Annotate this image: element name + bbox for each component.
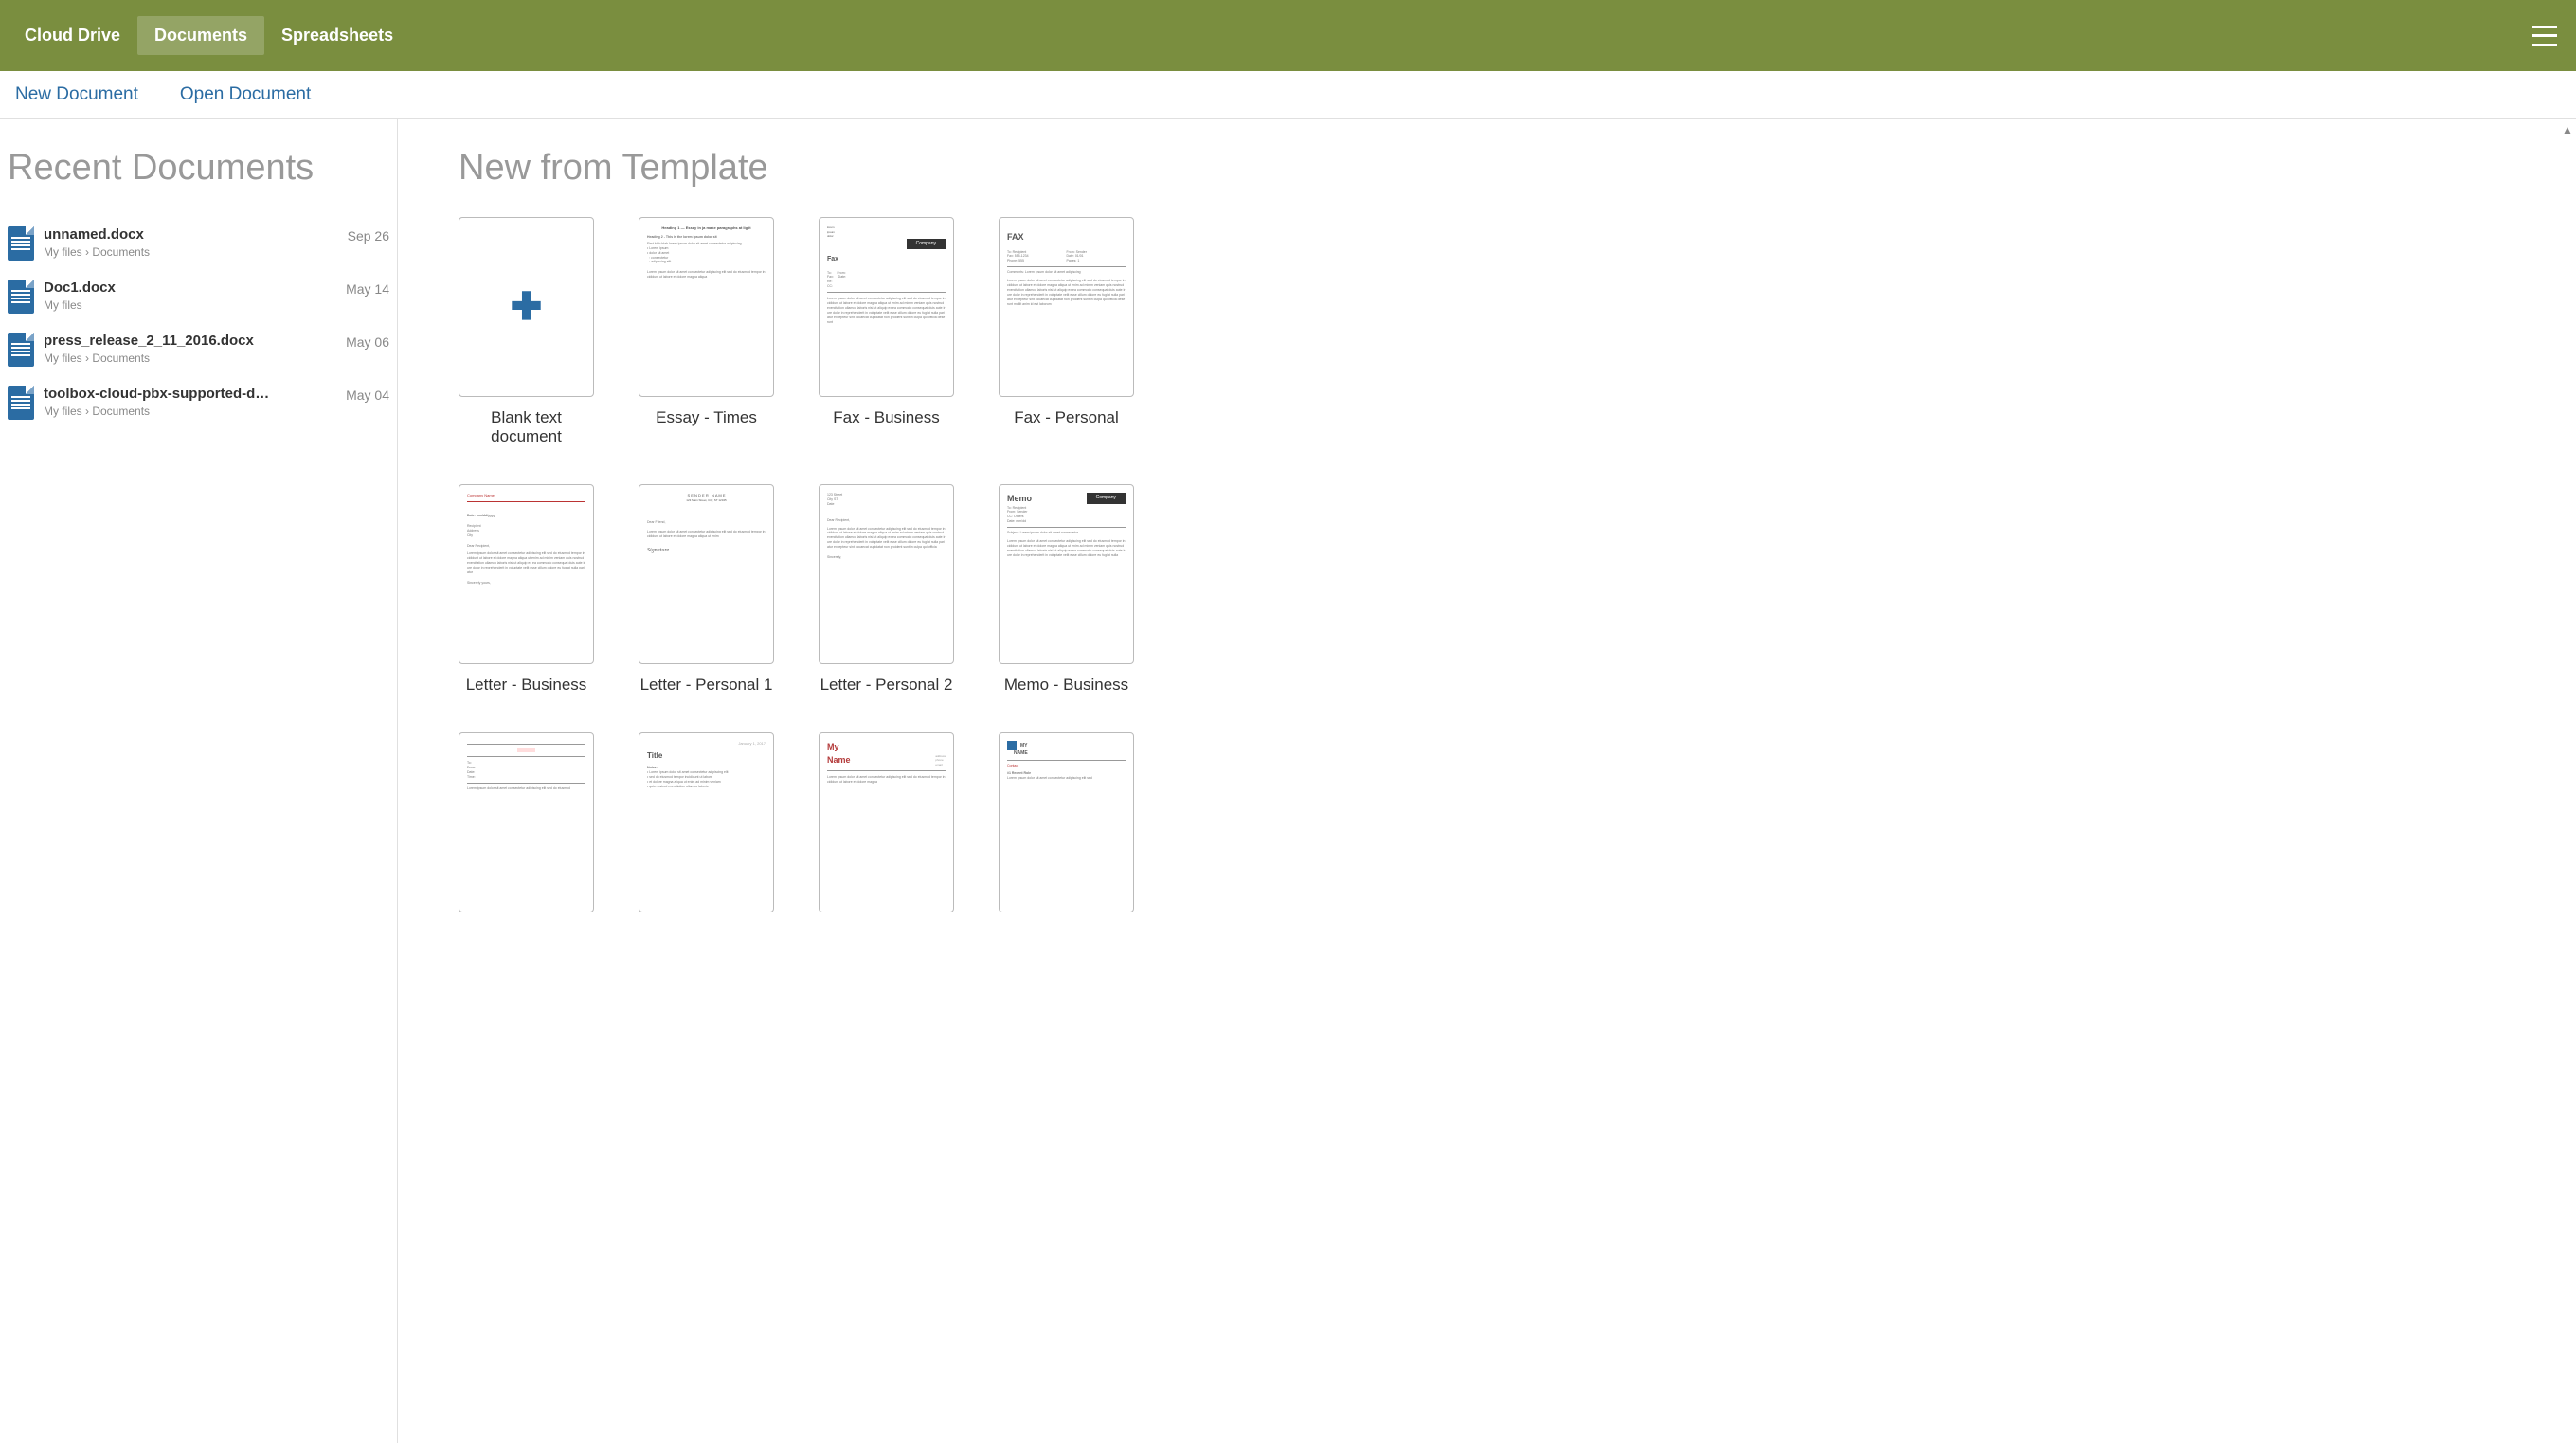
plus-icon: ✚ xyxy=(511,288,543,326)
template-thumbnail: ✚ xyxy=(459,217,594,397)
template-label: Fax - Personal xyxy=(999,408,1134,427)
document-icon xyxy=(8,280,34,314)
action-bar: New Document Open Document xyxy=(0,71,2576,119)
tab-documents[interactable]: Documents xyxy=(137,16,264,55)
template-my-name[interactable]: MyName addressphoneemail Lorem ipsum dol… xyxy=(819,732,954,924)
document-icon xyxy=(8,333,34,367)
recent-documents-sidebar: Recent Documents unnamed.docx My files ›… xyxy=(0,119,398,1443)
doc-info: toolbox-cloud-pbx-supported-d… My files … xyxy=(44,386,336,418)
template-thumbnail: 123 StreetCity STDate Dear Recipient, Lo… xyxy=(819,484,954,664)
doc-name: Doc1.docx xyxy=(44,280,280,296)
template-letter-personal-2[interactable]: 123 StreetCity STDate Dear Recipient, Lo… xyxy=(819,484,954,695)
template-letter-personal-1[interactable]: S E N D E R N A M E 123 Main Street, Cit… xyxy=(639,484,774,695)
doc-date: Sep 26 xyxy=(348,228,389,244)
template-label: Essay - Times xyxy=(639,408,774,427)
doc-info: press_release_2_11_2016.docx My files › … xyxy=(44,333,336,365)
new-from-template-title: New from Template xyxy=(459,148,2557,189)
content-area: Recent Documents unnamed.docx My files ›… xyxy=(0,119,2576,1443)
doc-info: unnamed.docx My files › Documents xyxy=(44,226,338,259)
template-thumbnail: FAX To: RecipientFax: 555-1234Phone: 555… xyxy=(999,217,1134,397)
template-thumbnail: S E N D E R N A M E 123 Main Street, Cit… xyxy=(639,484,774,664)
recent-documents-title: Recent Documents xyxy=(8,148,389,189)
template-fax-business[interactable]: loremipsumdolor Company Fax To: From:Fax… xyxy=(819,217,954,446)
recent-doc-item[interactable]: Doc1.docx My files May 14 xyxy=(8,270,389,323)
nav-tabs: Cloud Drive Documents Spreadsheets xyxy=(8,16,410,55)
doc-name: press_release_2_11_2016.docx xyxy=(44,333,280,349)
tab-cloud-drive[interactable]: Cloud Drive xyxy=(8,16,137,55)
tab-spreadsheets[interactable]: Spreadsheets xyxy=(264,16,410,55)
template-label: Blank text document xyxy=(459,408,594,446)
recent-doc-item[interactable]: press_release_2_11_2016.docx My files › … xyxy=(8,323,389,376)
scrollbar-up-arrow-icon[interactable]: ▲ xyxy=(2561,123,2574,136)
doc-name: unnamed.docx xyxy=(44,226,280,243)
doc-date: May 04 xyxy=(346,388,389,403)
template-thumbnail: January 1, 2017 Title Notes:• Lorem ipsu… xyxy=(639,732,774,912)
template-label: Letter - Personal 1 xyxy=(639,676,774,695)
recent-doc-item[interactable]: toolbox-cloud-pbx-supported-d… My files … xyxy=(8,376,389,429)
new-document-link[interactable]: New Document xyxy=(9,84,144,105)
template-thumbnail: MyName addressphoneemail Lorem ipsum dol… xyxy=(819,732,954,912)
template-my-name-blue[interactable]: MY NAME Contact #1 Recent Role Lorem ips… xyxy=(999,732,1134,924)
doc-date: May 14 xyxy=(346,281,389,297)
header-bar: Cloud Drive Documents Spreadsheets xyxy=(0,0,2576,71)
doc-path: My files › Documents xyxy=(44,352,336,365)
doc-path: My files xyxy=(44,298,336,312)
template-thumbnail: MY NAME Contact #1 Recent Role Lorem ips… xyxy=(999,732,1134,912)
template-thumbnail: Heading 1 — Essay in ja make paragraphs … xyxy=(639,217,774,397)
doc-name: toolbox-cloud-pbx-supported-d… xyxy=(44,386,280,402)
doc-path: My files › Documents xyxy=(44,405,336,418)
document-icon xyxy=(8,226,34,261)
template-thumbnail: Company Name Date: mm/dd/yyyy RecipientA… xyxy=(459,484,594,664)
template-thumbnail: loremipsumdolor Company Fax To: From:Fax… xyxy=(819,217,954,397)
template-generic[interactable]: To:From:Date:Time: Lorem ipsum dolor sit… xyxy=(459,732,594,924)
template-label: Memo - Business xyxy=(999,676,1134,695)
template-thumbnail: To:From:Date:Time: Lorem ipsum dolor sit… xyxy=(459,732,594,912)
doc-info: Doc1.docx My files xyxy=(44,280,336,312)
template-panel: New from Template ✚ Blank text document … xyxy=(398,119,2576,1443)
template-label: Letter - Personal 2 xyxy=(819,676,954,695)
template-title-doc[interactable]: January 1, 2017 Title Notes:• Lorem ipsu… xyxy=(639,732,774,924)
hamburger-menu-icon[interactable] xyxy=(2532,26,2557,46)
template-fax-personal[interactable]: FAX To: RecipientFax: 555-1234Phone: 555… xyxy=(999,217,1134,446)
template-letter-business[interactable]: Company Name Date: mm/dd/yyyy RecipientA… xyxy=(459,484,594,695)
document-icon xyxy=(8,386,34,420)
recent-doc-item[interactable]: unnamed.docx My files › Documents Sep 26 xyxy=(8,217,389,270)
template-label: Letter - Business xyxy=(459,676,594,695)
doc-date: May 06 xyxy=(346,334,389,350)
template-blank[interactable]: ✚ Blank text document xyxy=(459,217,594,446)
template-grid: ✚ Blank text document Heading 1 — Essay … xyxy=(459,217,2557,924)
doc-path: My files › Documents xyxy=(44,245,338,259)
template-label: Fax - Business xyxy=(819,408,954,427)
template-thumbnail: Memo Company To: RecipientFrom: SenderCC… xyxy=(999,484,1134,664)
open-document-link[interactable]: Open Document xyxy=(174,84,316,105)
template-essay-times[interactable]: Heading 1 — Essay in ja make paragraphs … xyxy=(639,217,774,446)
template-memo-business[interactable]: Memo Company To: RecipientFrom: SenderCC… xyxy=(999,484,1134,695)
